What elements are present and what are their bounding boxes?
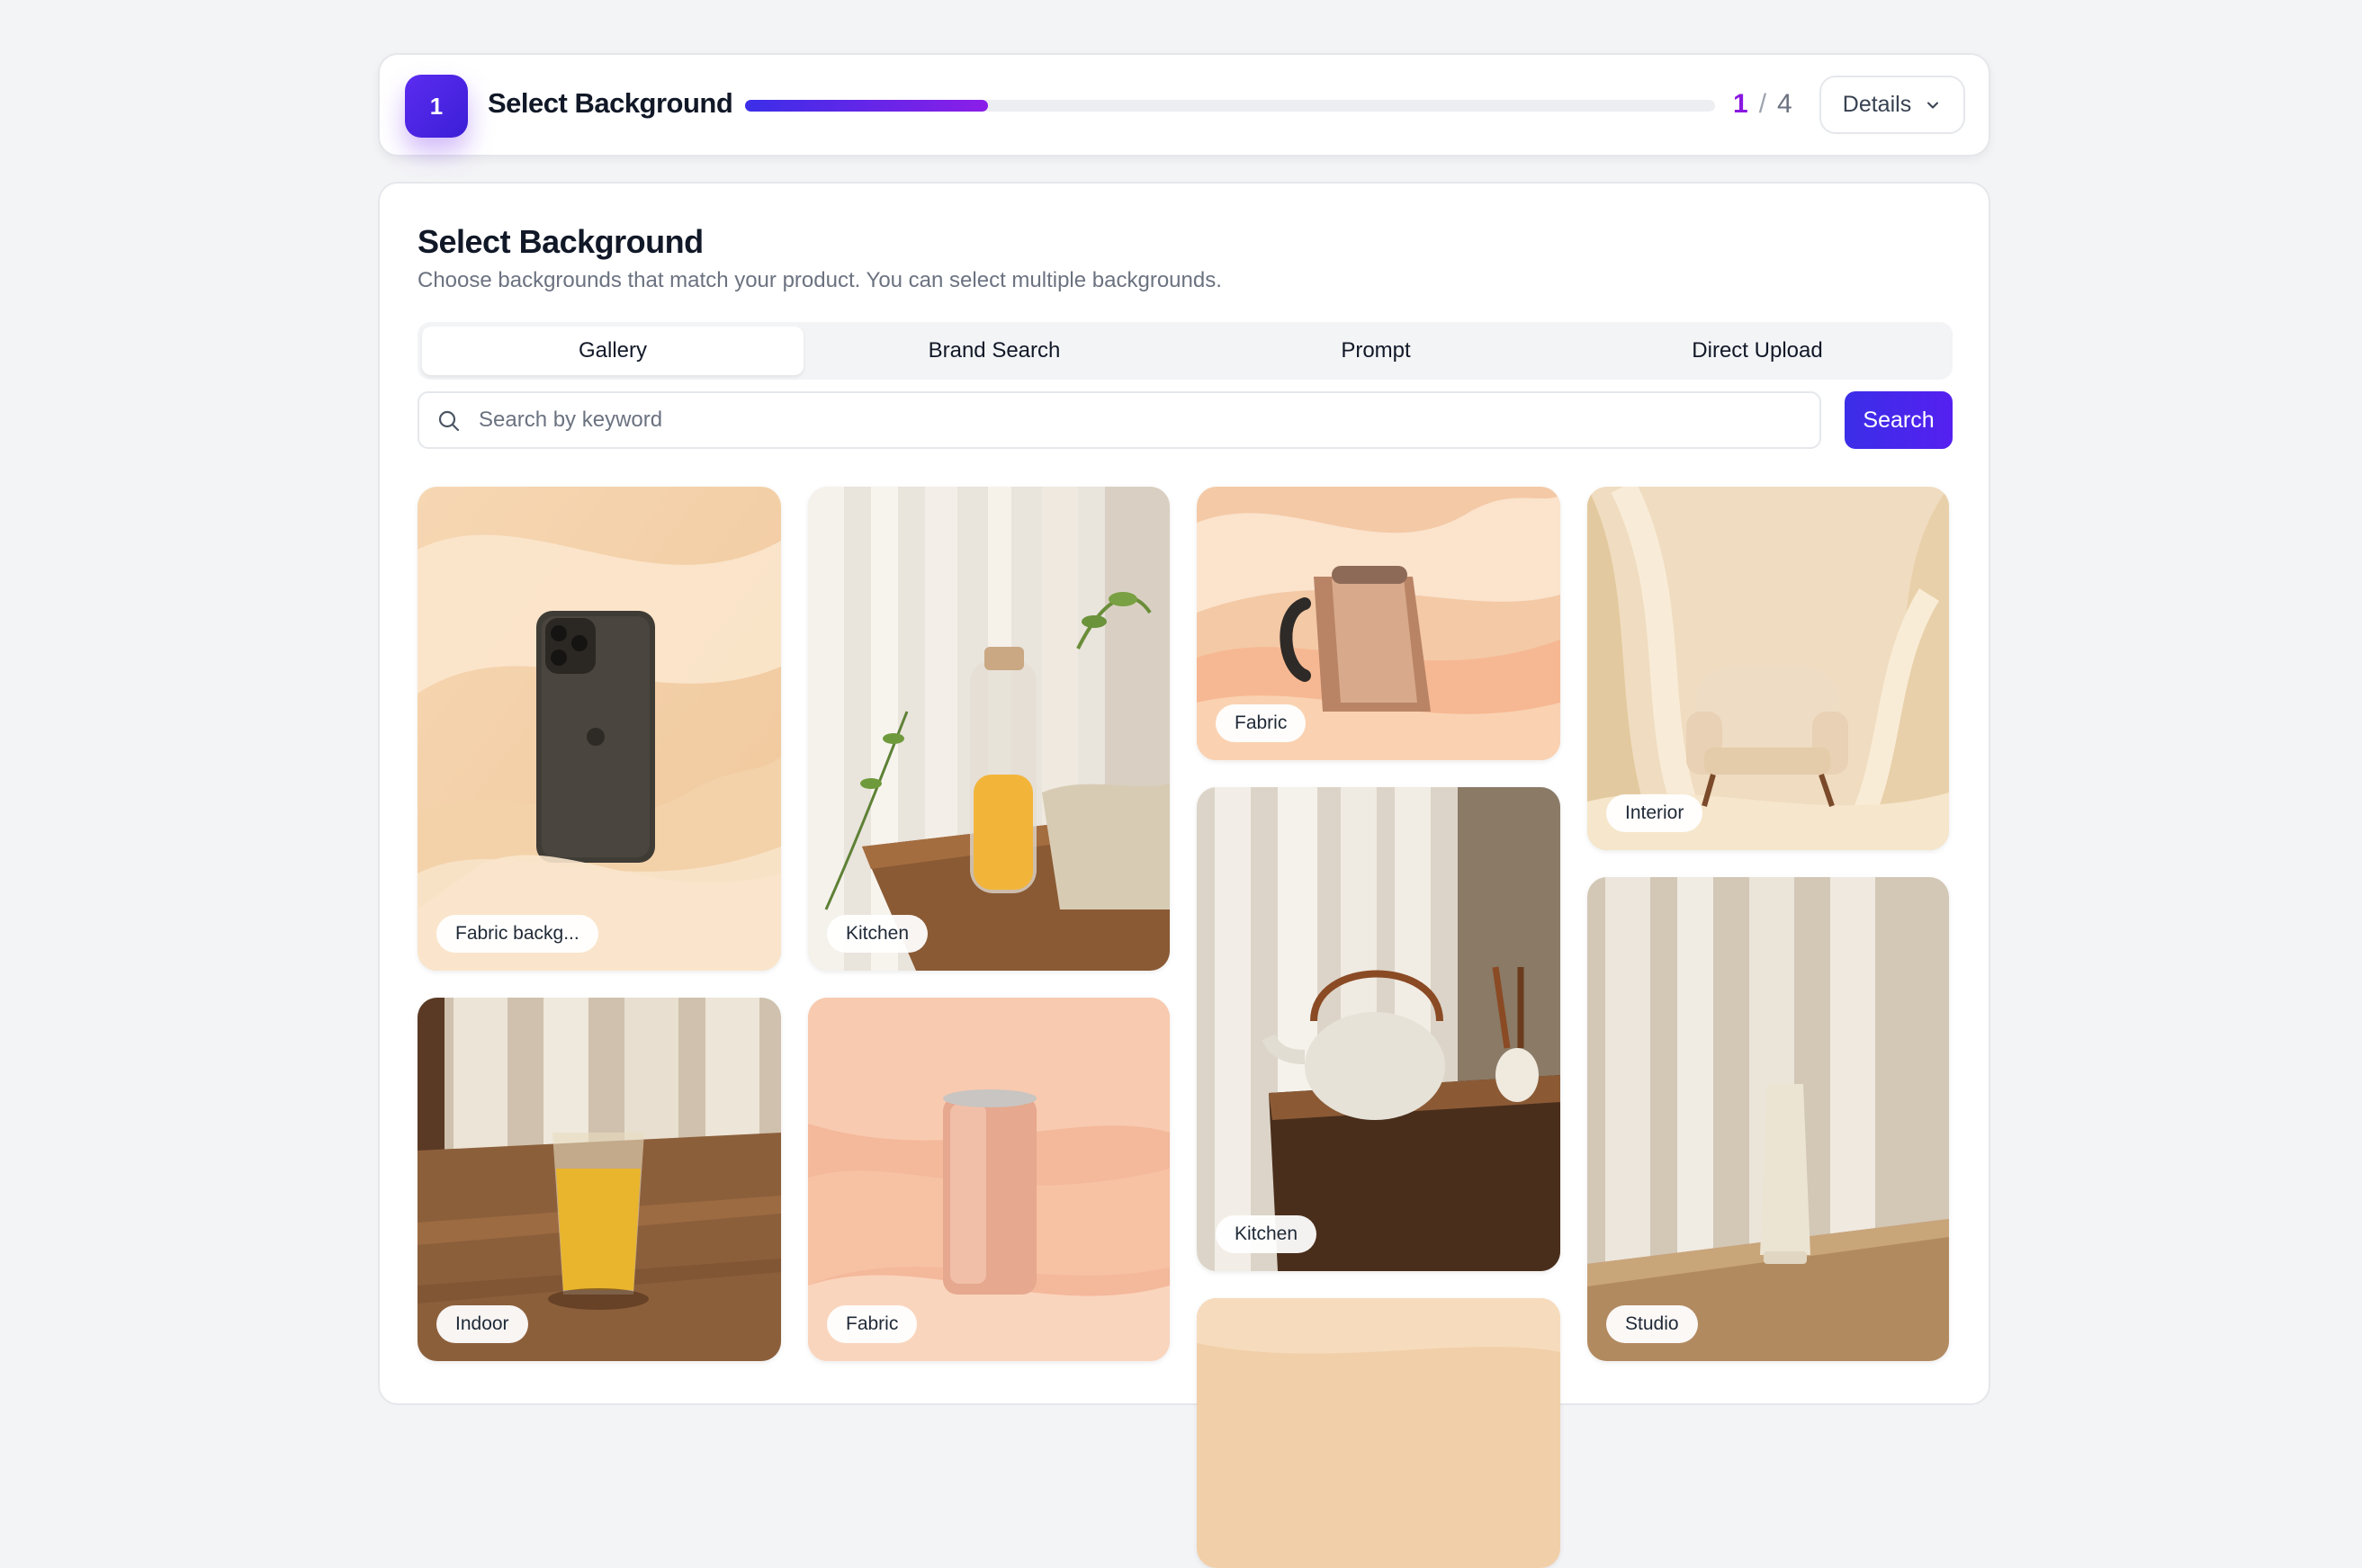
step-badge: 1 (405, 75, 468, 138)
tab-gallery[interactable]: Gallery (422, 327, 804, 375)
background-panel: Select Background Choose backgrounds tha… (378, 182, 1990, 1568)
background-thumbnail (1197, 1298, 1560, 1568)
background-thumbnail (418, 487, 781, 971)
gallery-card[interactable]: Indoor (418, 998, 781, 1361)
card-tag: Studio (1606, 1305, 1698, 1343)
gallery-card[interactable]: Studio (1587, 877, 1949, 1361)
gallery-card[interactable]: Fabric (808, 998, 1170, 1361)
search-input[interactable] (479, 402, 1792, 438)
gallery-card[interactable]: Fabric (1197, 487, 1560, 760)
gallery-card[interactable]: Kitchen (808, 487, 1170, 971)
background-thumbnail (808, 487, 1170, 971)
progress-bar-fill (745, 100, 988, 112)
step-title: Select Background (488, 87, 733, 119)
step-counter: 1 / 4 (1733, 89, 1792, 120)
details-button[interactable]: Details (1819, 76, 1965, 134)
card-tag: Fabric (827, 1305, 918, 1343)
details-label: Details (1842, 92, 1912, 117)
panel-title: Select Background (418, 223, 704, 260)
progress-stepper: 1 Select Background 1 / 4 Details (378, 53, 1990, 157)
card-tag: Kitchen (827, 915, 929, 953)
progress-bar (745, 100, 1715, 112)
background-thumbnail (1197, 787, 1560, 1271)
gallery-card[interactable]: Fabric backg... (418, 487, 781, 971)
gallery-card[interactable] (1197, 1298, 1560, 1568)
search-button[interactable]: Search (1845, 391, 1953, 449)
card-tag: Interior (1606, 794, 1703, 832)
tab-direct-upload[interactable]: Direct Upload (1567, 327, 1948, 375)
search-field[interactable] (418, 391, 1821, 449)
tab-prompt[interactable]: Prompt (1185, 327, 1567, 375)
search-icon (438, 410, 460, 432)
gallery-card[interactable]: Interior (1587, 487, 1949, 850)
step-separator: / (1758, 89, 1767, 119)
chevron-down-icon (1927, 102, 1939, 108)
panel-subtitle: Choose backgrounds that match your produ… (418, 268, 1222, 292)
card-tag: Fabric backg... (436, 915, 598, 953)
step-total: 4 (1777, 89, 1792, 119)
step-current: 1 (1733, 89, 1748, 119)
gallery-card[interactable]: Kitchen (1197, 787, 1560, 1271)
source-tabs: Gallery Brand Search Prompt Direct Uploa… (418, 322, 1953, 380)
background-thumbnail (1587, 877, 1949, 1361)
tab-brand-search[interactable]: Brand Search (804, 327, 1185, 375)
card-tag: Fabric (1216, 704, 1307, 742)
card-tag: Indoor (436, 1305, 528, 1343)
card-tag: Kitchen (1216, 1215, 1317, 1253)
